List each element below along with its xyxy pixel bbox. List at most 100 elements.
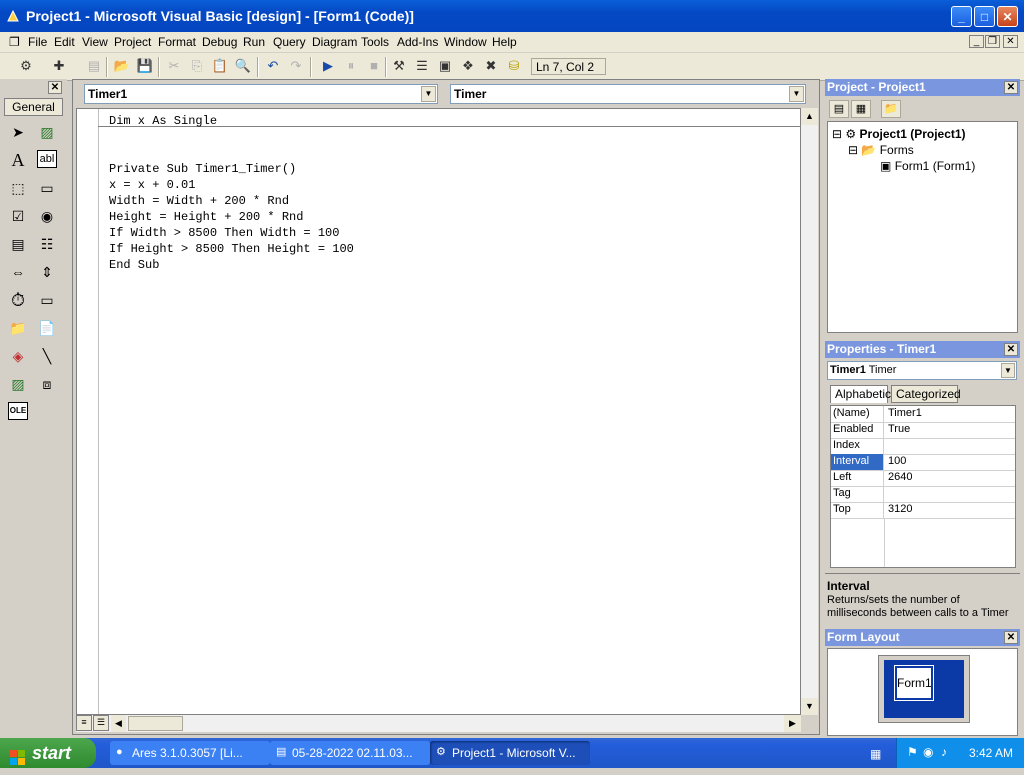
tree-item-form1[interactable]: ▣ Form1 (Form1) — [880, 159, 975, 173]
add-project-icon[interactable]: ⚙ — [17, 57, 35, 75]
chevron-down-icon[interactable]: ▼ — [1001, 363, 1015, 378]
menu-edit[interactable]: Edit — [54, 35, 75, 49]
menu-format[interactable]: Format — [158, 35, 196, 49]
property-value[interactable]: 100 — [886, 454, 906, 469]
toggle-folders-icon[interactable]: 📁 — [881, 100, 901, 118]
taskbar-item-document[interactable]: ▤ 05-28-2022 02.11.03... — [270, 741, 430, 765]
mdi-close-button[interactable]: ✕ — [1003, 35, 1018, 48]
procedure-view-icon[interactable]: ≡ — [76, 715, 92, 731]
properties-object-combo[interactable]: Timer1 Timer ▼ — [827, 361, 1017, 380]
tray-icon-network[interactable]: ⚑ — [907, 745, 918, 759]
horizontal-scrollbar[interactable]: ≡ ☰ ◀ ▶ — [76, 715, 801, 732]
property-value[interactable]: 2640 — [886, 470, 912, 485]
menu-add-ins[interactable]: Add-Ins — [397, 35, 438, 49]
menu-query[interactable]: Query — [273, 35, 306, 49]
collapse-icon[interactable]: ⊟ — [848, 143, 858, 157]
hscrollbar-tool-icon[interactable]: ⇔ — [8, 262, 28, 282]
code-editor[interactable]: Dim x As Single Private Sub Timer1_Timer(… — [76, 108, 801, 715]
open-project-icon[interactable]: 📂 — [113, 57, 131, 75]
property-value[interactable]: Timer1 — [886, 406, 922, 421]
menu-editor-icon[interactable]: ▤ — [85, 57, 103, 75]
maximize-button[interactable]: □ — [974, 6, 995, 27]
tree-root[interactable]: ⊟ ⚙ Project1 (Project1) — [832, 127, 966, 141]
close-button[interactable]: ✕ — [997, 6, 1018, 27]
close-icon[interactable]: ✕ — [1004, 631, 1018, 644]
menu-window[interactable]: Window — [444, 35, 487, 49]
menu-debug[interactable]: Debug — [202, 35, 237, 49]
scroll-left-icon[interactable]: ◀ — [111, 715, 126, 732]
combobox-tool-icon[interactable]: ▤ — [8, 234, 28, 254]
form-position-preview[interactable]: Form1 — [894, 665, 934, 701]
checkbox-tool-icon[interactable]: ☑ — [8, 206, 28, 226]
property-value[interactable]: 3120 — [886, 502, 912, 517]
taskbar-item-ares[interactable]: ● Ares 3.1.0.3057 [Li... — [110, 741, 270, 765]
commandbutton-tool-icon[interactable]: ▭ — [37, 178, 57, 198]
start-button[interactable]: start — [0, 738, 96, 768]
mdi-restore-button[interactable]: ❐ — [985, 35, 1000, 48]
scroll-up-icon[interactable]: ▲ — [801, 108, 818, 125]
ole-tool-icon[interactable]: OLE — [8, 402, 28, 420]
form-layout-icon[interactable]: ▣ — [436, 57, 454, 75]
tray-icon-volume[interactable]: ♪ — [941, 745, 947, 759]
menu-view[interactable]: View — [82, 35, 108, 49]
image-tool-icon[interactable]: ▨ — [8, 374, 28, 394]
save-project-icon[interactable]: 💾 — [136, 57, 154, 75]
tab-alphabetic[interactable]: Alphabetic — [830, 385, 891, 403]
property-value[interactable]: True — [886, 422, 910, 437]
drivelistbox-tool-icon[interactable]: ▭ — [37, 290, 57, 310]
tree-folder-forms[interactable]: ⊟ 📂 Forms — [848, 143, 914, 157]
object-combo[interactable]: Timer1 ▼ — [84, 84, 438, 104]
pointer-tool-icon[interactable]: ➤ — [8, 122, 28, 142]
menu-doc-icon[interactable]: ❐ — [9, 35, 20, 49]
copy-icon[interactable]: ⎘ — [188, 57, 206, 75]
taskbar-item-vb[interactable]: ⚙ Project1 - Microsoft V... — [430, 741, 590, 765]
tab-categorized[interactable]: Categorized — [891, 385, 961, 403]
chevron-down-icon[interactable]: ▼ — [421, 86, 436, 102]
scroll-down-icon[interactable]: ▼ — [801, 698, 818, 715]
toolbox-icon[interactable]: ✖ — [482, 57, 500, 75]
label-tool-icon[interactable]: A — [8, 150, 28, 170]
view-code-icon[interactable]: ▤ — [829, 100, 849, 118]
view-object-icon[interactable]: ▦ — [851, 100, 871, 118]
tray-icon-globe[interactable]: ◉ — [923, 745, 933, 759]
full-module-view-icon[interactable]: ☰ — [93, 715, 109, 731]
break-icon[interactable]: ⏸ — [342, 57, 360, 75]
undo-icon[interactable]: ↶ — [264, 57, 282, 75]
add-form-icon[interactable]: ✚ — [50, 57, 68, 75]
scroll-thumb[interactable] — [128, 716, 183, 731]
vertical-scrollbar[interactable]: ▲ ▼ — [801, 108, 818, 715]
vscrollbar-tool-icon[interactable]: ⇕ — [37, 262, 57, 282]
textbox-tool-icon[interactable]: abl — [37, 150, 57, 168]
object-browser-icon[interactable]: ❖ — [459, 57, 477, 75]
find-icon[interactable]: 🔍 — [234, 57, 252, 75]
procedure-combo[interactable]: Timer ▼ — [450, 84, 806, 104]
property-row[interactable]: Index — [831, 438, 1015, 455]
toolbox-general-tab[interactable]: General — [4, 98, 63, 116]
property-row[interactable]: Top 3120 — [831, 502, 1015, 519]
menu-file[interactable]: File — [28, 35, 47, 49]
shape-tool-icon[interactable]: ◈ — [8, 346, 28, 366]
code-text[interactable]: Dim x As Single Private Sub Timer1_Timer(… — [109, 113, 354, 273]
picturebox-tool-icon[interactable]: ▨ — [37, 122, 57, 142]
data-tool-icon[interactable]: ⧈ — [37, 374, 57, 394]
project-explorer-icon[interactable]: ⚒ — [390, 57, 408, 75]
keyboard-icon[interactable]: ▦ — [870, 747, 881, 761]
menu-run[interactable]: Run — [243, 35, 265, 49]
property-row[interactable]: Left 2640 — [831, 470, 1015, 487]
optionbutton-tool-icon[interactable]: ◉ — [37, 206, 57, 226]
chevron-down-icon[interactable]: ▼ — [789, 86, 804, 102]
dirlistbox-tool-icon[interactable]: 📁 — [8, 318, 28, 338]
line-tool-icon[interactable]: ╲ — [37, 346, 57, 366]
margin-indicator-bar[interactable] — [77, 109, 99, 714]
timer-tool-icon[interactable]: ⏱ — [8, 290, 28, 310]
menu-diagram[interactable]: Diagram — [312, 35, 357, 49]
close-icon[interactable]: ✕ — [1004, 81, 1018, 94]
toolbox-close-icon[interactable]: ✕ — [48, 81, 62, 94]
menu-help[interactable]: Help — [492, 35, 517, 49]
cut-icon[interactable]: ✂ — [165, 57, 183, 75]
end-icon[interactable]: ■ — [365, 57, 383, 75]
redo-icon[interactable]: ↷ — [287, 57, 305, 75]
frame-tool-icon[interactable]: ⬚ — [8, 178, 28, 198]
menu-tools[interactable]: Tools — [361, 35, 389, 49]
scroll-right-icon[interactable]: ▶ — [784, 715, 801, 732]
